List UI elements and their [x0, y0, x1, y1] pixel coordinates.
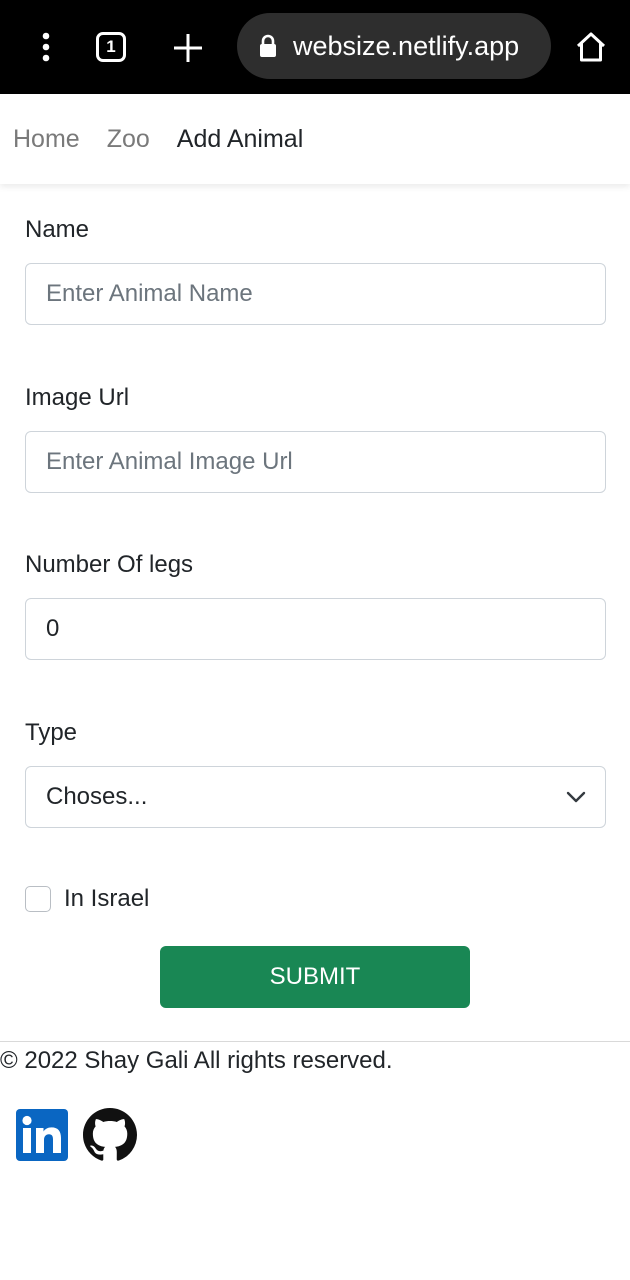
browser-toolbar: 1 websize.netlify.app — [0, 0, 630, 94]
plus-icon[interactable] — [168, 28, 208, 68]
legs-value: 0 — [46, 615, 60, 642]
in-israel-row: In Israel — [25, 885, 149, 913]
copyright-text: © 2022 Shay Gali All rights reserved. — [0, 1047, 393, 1074]
legs-input[interactable]: 0 — [25, 598, 606, 660]
address-bar[interactable]: websize.netlify.app — [237, 13, 551, 79]
chevron-down-icon — [565, 786, 587, 808]
type-label: Type — [25, 719, 78, 746]
footer-divider — [0, 1041, 630, 1042]
tab-count: 1 — [96, 32, 126, 62]
lock-icon — [257, 33, 279, 59]
nav-home[interactable]: Home — [13, 125, 80, 154]
tabs-button[interactable]: 1 — [91, 27, 131, 67]
in-israel-checkbox[interactable] — [25, 886, 51, 912]
submit-button[interactable]: SUBMIT — [160, 946, 470, 1008]
image-url-label: Image Url — [25, 384, 130, 411]
navbar: Home Zoo Add Animal — [0, 94, 630, 184]
home-icon[interactable] — [570, 26, 612, 68]
name-label: Name — [25, 216, 90, 243]
type-select[interactable]: Choses... — [25, 766, 606, 828]
animal-name-input[interactable]: Enter Animal Name — [25, 263, 606, 325]
legs-label: Number Of legs — [25, 551, 194, 578]
nav-zoo[interactable]: Zoo — [107, 125, 150, 154]
image-url-input[interactable]: Enter Animal Image Url — [25, 431, 606, 493]
animal-name-placeholder: Enter Animal Name — [46, 280, 253, 307]
type-selected-value: Choses... — [46, 783, 148, 810]
in-israel-label[interactable]: In Israel — [64, 885, 149, 913]
github-icon[interactable] — [83, 1108, 137, 1162]
menu-dots-icon[interactable] — [28, 28, 64, 66]
nav-add-animal[interactable]: Add Animal — [177, 125, 303, 154]
url-text: websize.netlify.app — [293, 30, 520, 61]
image-url-placeholder: Enter Animal Image Url — [46, 448, 293, 475]
linkedin-icon[interactable] — [15, 1108, 69, 1162]
